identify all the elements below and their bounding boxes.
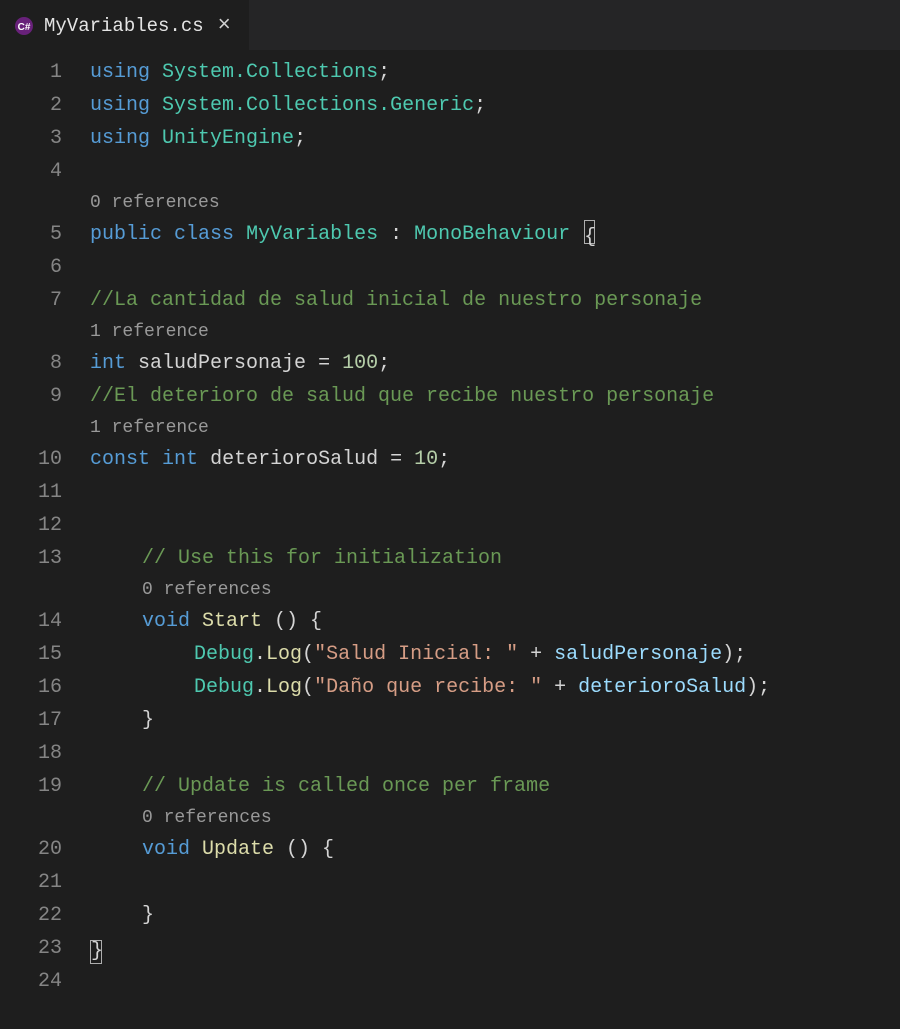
- code-line[interactable]: void Start () {: [90, 605, 900, 638]
- codelens-references[interactable]: 0 references: [90, 575, 900, 605]
- code-line[interactable]: [90, 509, 900, 542]
- close-icon[interactable]: ×: [214, 15, 235, 37]
- code-line[interactable]: [90, 251, 900, 284]
- line-number: 15: [0, 638, 62, 671]
- codelens-references[interactable]: 1 reference: [90, 317, 900, 347]
- line-number: 13: [0, 542, 62, 575]
- line-number: 20: [0, 833, 62, 866]
- code-line[interactable]: [90, 476, 900, 509]
- code-line[interactable]: const int deterioroSalud = 10;: [90, 443, 900, 476]
- line-number: 19: [0, 770, 62, 803]
- code-line[interactable]: // Update is called once per frame: [90, 770, 900, 803]
- code-line[interactable]: [90, 737, 900, 770]
- svg-text:C#: C#: [18, 22, 31, 33]
- line-number: 9: [0, 380, 62, 413]
- code-line[interactable]: Debug.Log("Daño que recibe: " + deterior…: [90, 671, 900, 704]
- code-line[interactable]: //La cantidad de salud inicial de nuestr…: [90, 284, 900, 317]
- line-number: 6: [0, 251, 62, 284]
- code-line[interactable]: }: [90, 704, 900, 737]
- code-line[interactable]: // Use this for initialization: [90, 542, 900, 575]
- line-number: 12: [0, 509, 62, 542]
- line-number: 17: [0, 704, 62, 737]
- tab-bar: C# MyVariables.cs ×: [0, 0, 900, 50]
- line-number: 4: [0, 155, 62, 188]
- code-line[interactable]: }: [90, 932, 900, 965]
- line-number: 21: [0, 866, 62, 899]
- tab-active[interactable]: C# MyVariables.cs ×: [0, 0, 249, 50]
- line-number: 14: [0, 605, 62, 638]
- code-line[interactable]: //El deterioro de salud que recibe nuest…: [90, 380, 900, 413]
- line-number-gutter: 1 2 3 4 5 6 7 8 9 10 11 12 13 14 15 16 1…: [0, 56, 90, 1029]
- tab-filename: MyVariables.cs: [44, 15, 204, 37]
- line-number: 24: [0, 965, 62, 998]
- code-line[interactable]: int saludPersonaje = 100;: [90, 347, 900, 380]
- csharp-file-icon: C#: [14, 16, 34, 36]
- matched-brace: }: [90, 940, 102, 964]
- code-line[interactable]: [90, 965, 900, 998]
- code-content[interactable]: using System.Collections; using System.C…: [90, 56, 900, 1029]
- line-number: 7: [0, 284, 62, 317]
- line-number: 16: [0, 671, 62, 704]
- editor-cursor: [584, 220, 595, 244]
- code-line[interactable]: Debug.Log("Salud Inicial: " + saludPerso…: [90, 638, 900, 671]
- line-number: 8: [0, 347, 62, 380]
- codelens-references[interactable]: 0 references: [90, 803, 900, 833]
- line-number: 3: [0, 122, 62, 155]
- codelens-references[interactable]: 1 reference: [90, 413, 900, 443]
- line-number: 18: [0, 737, 62, 770]
- line-number: 11: [0, 476, 62, 509]
- line-number: 10: [0, 443, 62, 476]
- code-line[interactable]: [90, 155, 900, 188]
- code-line[interactable]: }: [90, 899, 900, 932]
- code-line[interactable]: using System.Collections.Generic;: [90, 89, 900, 122]
- code-line[interactable]: using System.Collections;: [90, 56, 900, 89]
- line-number: 23: [0, 932, 62, 965]
- line-number: 2: [0, 89, 62, 122]
- code-editor[interactable]: 1 2 3 4 5 6 7 8 9 10 11 12 13 14 15 16 1…: [0, 50, 900, 1029]
- code-line[interactable]: [90, 866, 900, 899]
- code-line[interactable]: public class MyVariables : MonoBehaviour: [90, 218, 900, 251]
- line-number: 22: [0, 899, 62, 932]
- code-line[interactable]: void Update () {: [90, 833, 900, 866]
- line-number: 1: [0, 56, 62, 89]
- line-number: 5: [0, 218, 62, 251]
- codelens-references[interactable]: 0 references: [90, 188, 900, 218]
- code-line[interactable]: using UnityEngine;: [90, 122, 900, 155]
